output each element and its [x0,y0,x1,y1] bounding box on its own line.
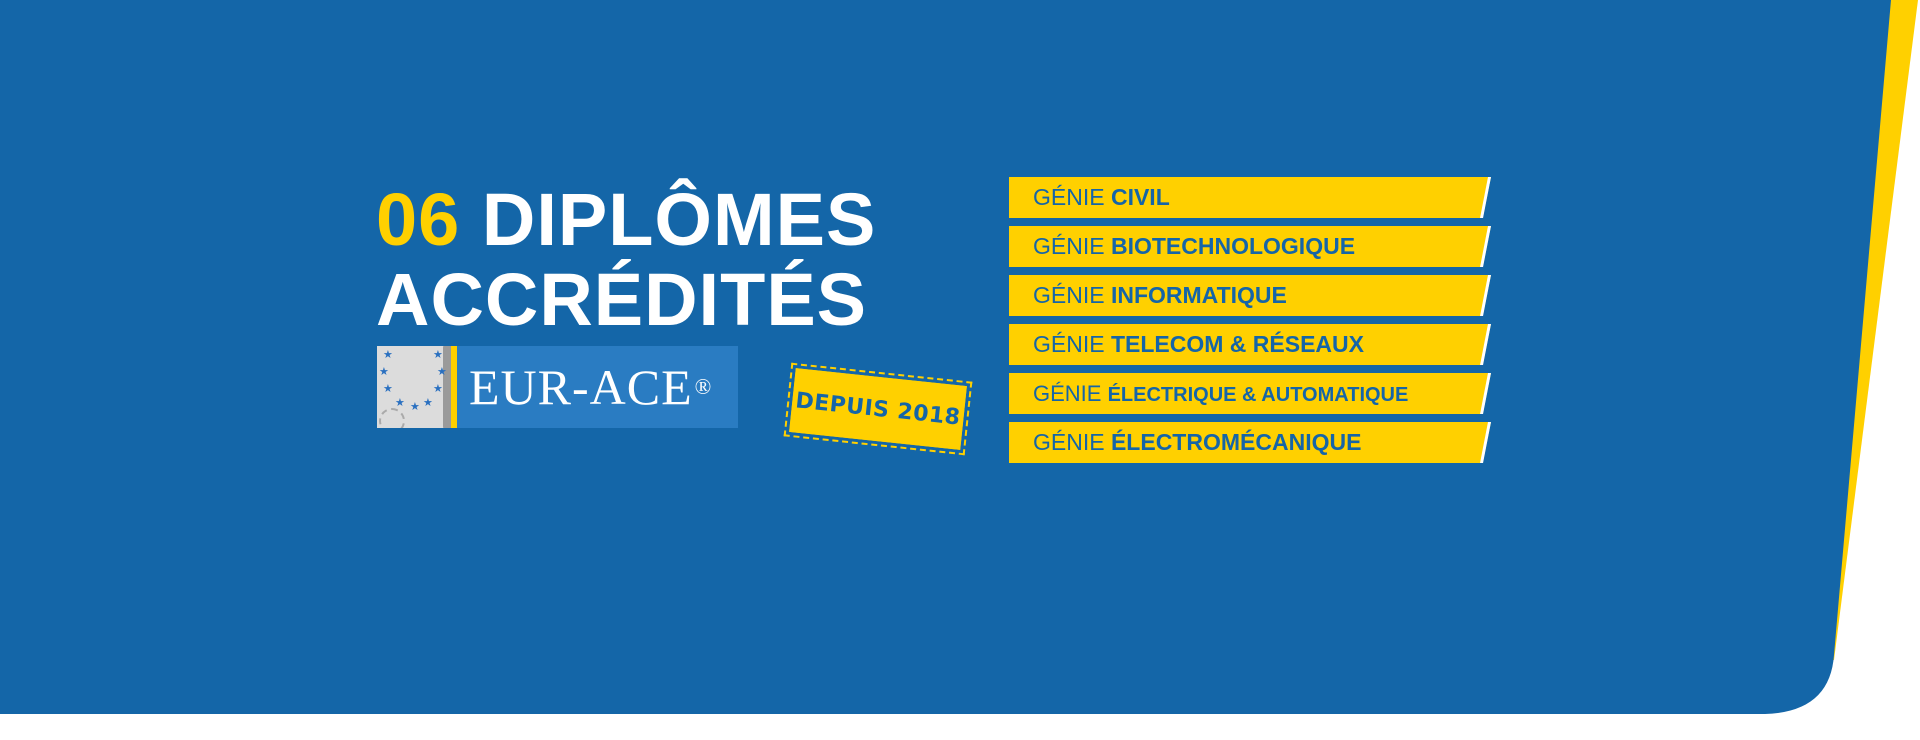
program-item: GÉNIE BIOTECHNOLOGIQUE [1009,226,1491,267]
program-prefix: GÉNIE [1033,429,1105,455]
program-name: ÉLECTROMÉCANIQUE [1110,429,1362,455]
program-item: GÉNIE TELECOM & RÉSEAUX [1009,324,1491,365]
star-icon: ★ [395,397,405,409]
registered-mark: ® [694,374,713,399]
logo-text: EUR-ACE [469,359,693,415]
stamp-text: DEPUIS 2018 [794,387,962,431]
eur-ace-logo: ★ ★ ★ ★ ★ ★ ★ ★ ★ EUR-ACE ® [377,346,738,428]
program-item: GÉNIE ÉLECTRIQUE & AUTOMATIQUE [1009,373,1491,414]
blue-panel [0,0,1891,714]
program-name: CIVIL [1110,184,1170,210]
program-name: INFORMATIQUE [1110,282,1287,308]
title-line2: ACCRÉDITÉS [376,258,868,341]
program-item: GÉNIE INFORMATIQUE [1009,275,1491,316]
eu-stars-emblem: ★ ★ ★ ★ ★ ★ ★ ★ ★ [377,346,457,428]
program-name: TELECOM & RÉSEAUX [1110,331,1364,357]
program-prefix: GÉNIE [1033,184,1105,210]
star-icon: ★ [433,349,443,361]
program-prefix: GÉNIE [1033,282,1105,308]
star-icon: ★ [437,366,447,378]
program-name: BIOTECHNOLOGIQUE [1110,233,1356,259]
title-line1: DIPLÔMES [481,178,877,261]
star-icon: ★ [410,401,420,413]
star-icon: ★ [423,397,433,409]
program-prefix: GÉNIE [1033,381,1102,406]
star-icon: ★ [433,383,443,395]
program-prefix: GÉNIE [1033,233,1105,259]
star-icon: ★ [379,366,389,378]
program-name: ÉLECTRIQUE & AUTOMATIQUE [1107,384,1409,406]
banner-background [0,0,1918,714]
program-item: GÉNIE ÉLECTROMÉCANIQUE [1009,422,1491,463]
diploma-count: 06 [376,178,461,261]
program-list: GÉNIE CIVIL GÉNIE BIOTECHNOLOGIQUE GÉNIE… [1009,177,1491,471]
cog-icon [379,408,405,428]
program-prefix: GÉNIE [1033,331,1105,357]
program-item: GÉNIE CIVIL [1009,177,1491,218]
page-title: 06 DIPLÔMES ACCRÉDITÉS [376,180,876,340]
star-icon: ★ [383,349,393,361]
star-icon: ★ [383,383,393,395]
